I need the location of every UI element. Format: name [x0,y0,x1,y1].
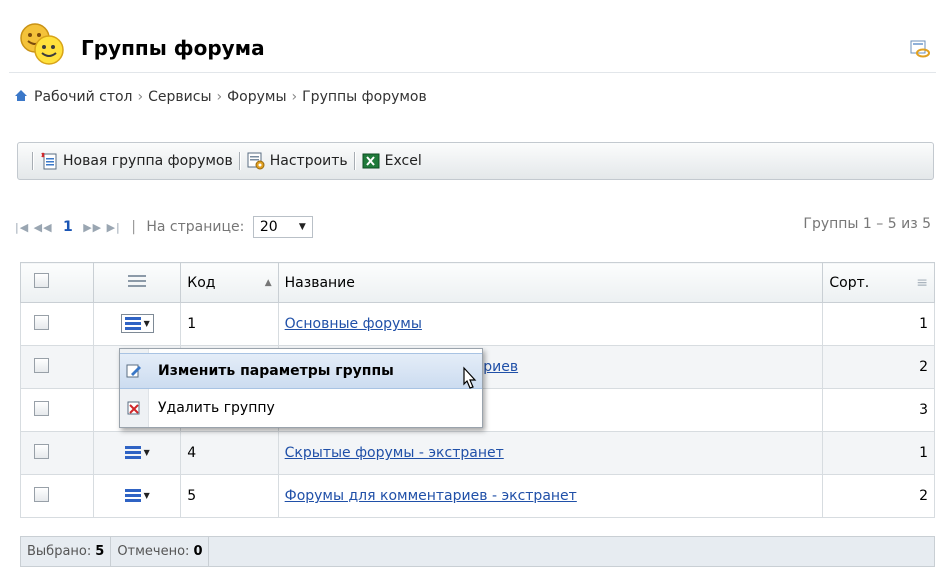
menu-item-delete-group[interactable]: Удалить группу [120,391,482,425]
page-title: Группы форума [81,36,265,60]
code-cell: 1 [180,302,279,346]
excel-label: Excel [384,153,422,169]
sort-cell: 1 [822,302,935,346]
new-document-icon [41,152,57,170]
group-name-link[interactable]: Форумы для комментариев - экстранет [285,488,577,504]
column-menu-icon[interactable]: ≡ [916,275,928,291]
list-icon [124,489,141,502]
smiley-group-icon [20,23,64,65]
chevron-down-icon: ▼ [143,491,150,500]
edit-icon [126,364,141,378]
row-checkbox[interactable] [34,314,49,330]
selected-count: Выбрано: 5 [21,537,112,566]
row-actions-button[interactable]: ▼ [120,314,154,333]
breadcrumb-services[interactable]: Сервисы [148,89,211,105]
pagination-bar: |◀ ◀◀ 1 ▶▶ ▶| | На странице: 20 ▼ Группы … [15,216,931,238]
list-icon [124,317,141,330]
home-icon[interactable] [14,89,28,102]
toolbar-divider [353,152,356,170]
row-context-menu: Изменить параметры группы Удалить группу [119,348,483,428]
excel-icon [362,153,380,169]
delete-icon [127,401,140,415]
grid-footer: Выбрано: 5 Отмечено: 0 [20,536,935,567]
toolbar-divider [32,152,34,170]
chevron-down-icon: ▼ [298,222,306,232]
mouse-pointer-icon [463,366,477,389]
breadcrumb-desktop[interactable]: Рабочий стол [34,89,133,105]
configure-label: Настроить [269,153,348,169]
code-cell: 5 [180,474,279,518]
row-checkbox[interactable] [34,443,49,459]
table-row[interactable]: ▼ 1 Основные форумы 1 [19,302,935,346]
toolbar-divider [238,152,241,170]
row-checkbox[interactable] [34,357,49,373]
row-checkbox[interactable] [34,486,49,502]
sort-cell: 3 [822,388,935,432]
prev-page-icon[interactable]: ◀◀ [34,221,53,234]
sort-cell: 2 [822,474,935,518]
table-row[interactable]: ▼ 5 Форумы для комментариев - экстранет … [19,474,935,518]
group-name-link[interactable]: Основные форумы [285,316,422,332]
per-page-select[interactable]: 20 ▼ [252,216,313,238]
breadcrumb-forum-groups: Группы форумов [302,89,427,105]
breadcrumb: Рабочий стол › Сервисы › Форумы › Группы форум… [14,89,427,105]
row-checkbox[interactable] [34,400,49,416]
toolbar: Новая группа форумов Настроить Excel [17,142,934,180]
breadcrumb-separator: › [216,89,223,105]
row-actions-button[interactable]: ▼ [121,443,154,462]
sort-ascending-icon: ▲ [264,277,272,288]
excel-button[interactable]: Excel [362,152,422,170]
sort-cell: 2 [822,345,935,389]
menu-item-edit-group[interactable]: Изменить параметры группы [120,353,482,389]
select-all-checkbox[interactable] [34,273,49,288]
new-group-button[interactable]: Новая группа форумов [40,152,233,170]
records-summary: Группы 1 – 5 из 5 [803,216,931,232]
chevron-down-icon: ▼ [143,448,150,457]
sort-column-header[interactable]: Сорт. ≡ [822,262,935,303]
code-column-header[interactable]: Код ▲ [180,262,279,303]
sort-cell: 1 [822,431,935,475]
group-name-link[interactable]: Скрытые форумы - экстранет [285,445,504,461]
breadcrumb-separator: › [291,89,298,105]
breadcrumb-forums[interactable]: Форумы [227,89,286,105]
table-header-row: Код ▲ Название Сорт. ≡ [19,262,935,303]
page: Группы форума Рабочий стол › Сервисы › Форум… [9,10,936,567]
last-page-icon[interactable]: ▶| [107,221,121,234]
settings-icon [247,152,265,170]
new-group-label: Новая группа форумов [63,153,233,169]
checked-count: Отмечено: 0 [111,537,210,566]
current-page[interactable]: 1 [63,219,73,235]
next-page-icon[interactable]: ▶▶ [83,221,102,234]
first-page-icon[interactable]: |◀ [15,221,29,234]
per-page-label: На странице: [146,219,245,235]
configure-button[interactable]: Настроить [247,152,348,170]
chevron-down-icon: ▼ [143,319,150,328]
breadcrumb-separator: › [137,89,144,105]
page-header: Группы форума [9,10,936,73]
per-page-value: 20 [259,219,278,235]
select-all-cell [19,262,95,303]
list-icon [124,446,141,459]
pager-divider: | [131,219,136,235]
name-column-header[interactable]: Название [277,262,824,303]
row-actions-button[interactable]: ▼ [121,486,154,505]
actions-column-header [93,262,182,303]
table-row[interactable]: ▼ 4 Скрытые форумы - экстранет 1 [19,431,935,475]
list-icon [128,274,147,287]
code-cell: 4 [180,431,279,475]
help-link-icon[interactable] [910,40,930,58]
